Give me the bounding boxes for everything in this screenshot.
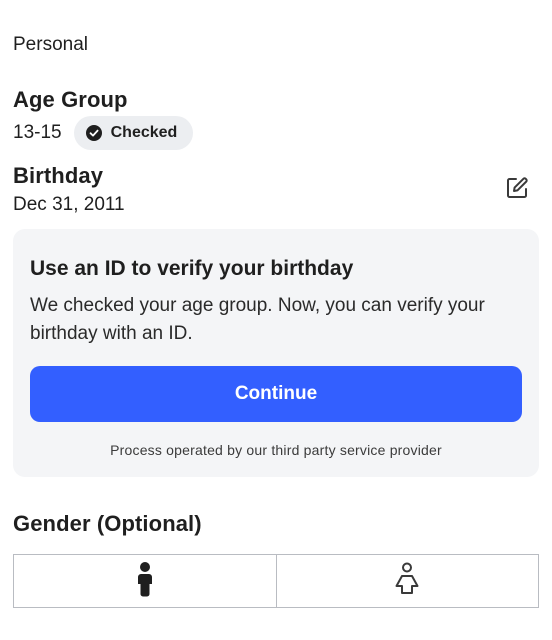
age-group-heading: Age Group (13, 87, 128, 112)
age-group-value: 13-15 (13, 122, 62, 143)
checked-badge-label: Checked (110, 124, 178, 141)
verify-card-body: We checked your age group. Now, you can … (30, 295, 485, 344)
edit-birthday-button[interactable] (503, 174, 531, 202)
section-label: Personal (13, 34, 88, 55)
verify-card-title: Use an ID to verify your birthday (30, 257, 354, 280)
gender-heading: Gender (Optional) (13, 511, 202, 536)
checked-badge: Checked (73, 116, 194, 150)
gender-option-male[interactable] (14, 555, 276, 607)
check-circle-icon (85, 125, 102, 141)
verify-card-footnote: Process operated by our third party serv… (110, 442, 442, 458)
gender-options (13, 554, 539, 608)
gender-option-female[interactable] (275, 555, 538, 607)
birthday-heading: Birthday (13, 163, 104, 188)
male-person-icon (135, 561, 155, 601)
female-person-icon (394, 562, 420, 601)
edit-icon (503, 177, 531, 205)
verify-birthday-card: Use an ID to verify your birthday We che… (13, 229, 539, 477)
birthday-value: Dec 31, 2011 (13, 194, 125, 215)
continue-button[interactable]: Continue (30, 366, 522, 422)
age-group-row: 13-15 Checked (13, 116, 194, 150)
